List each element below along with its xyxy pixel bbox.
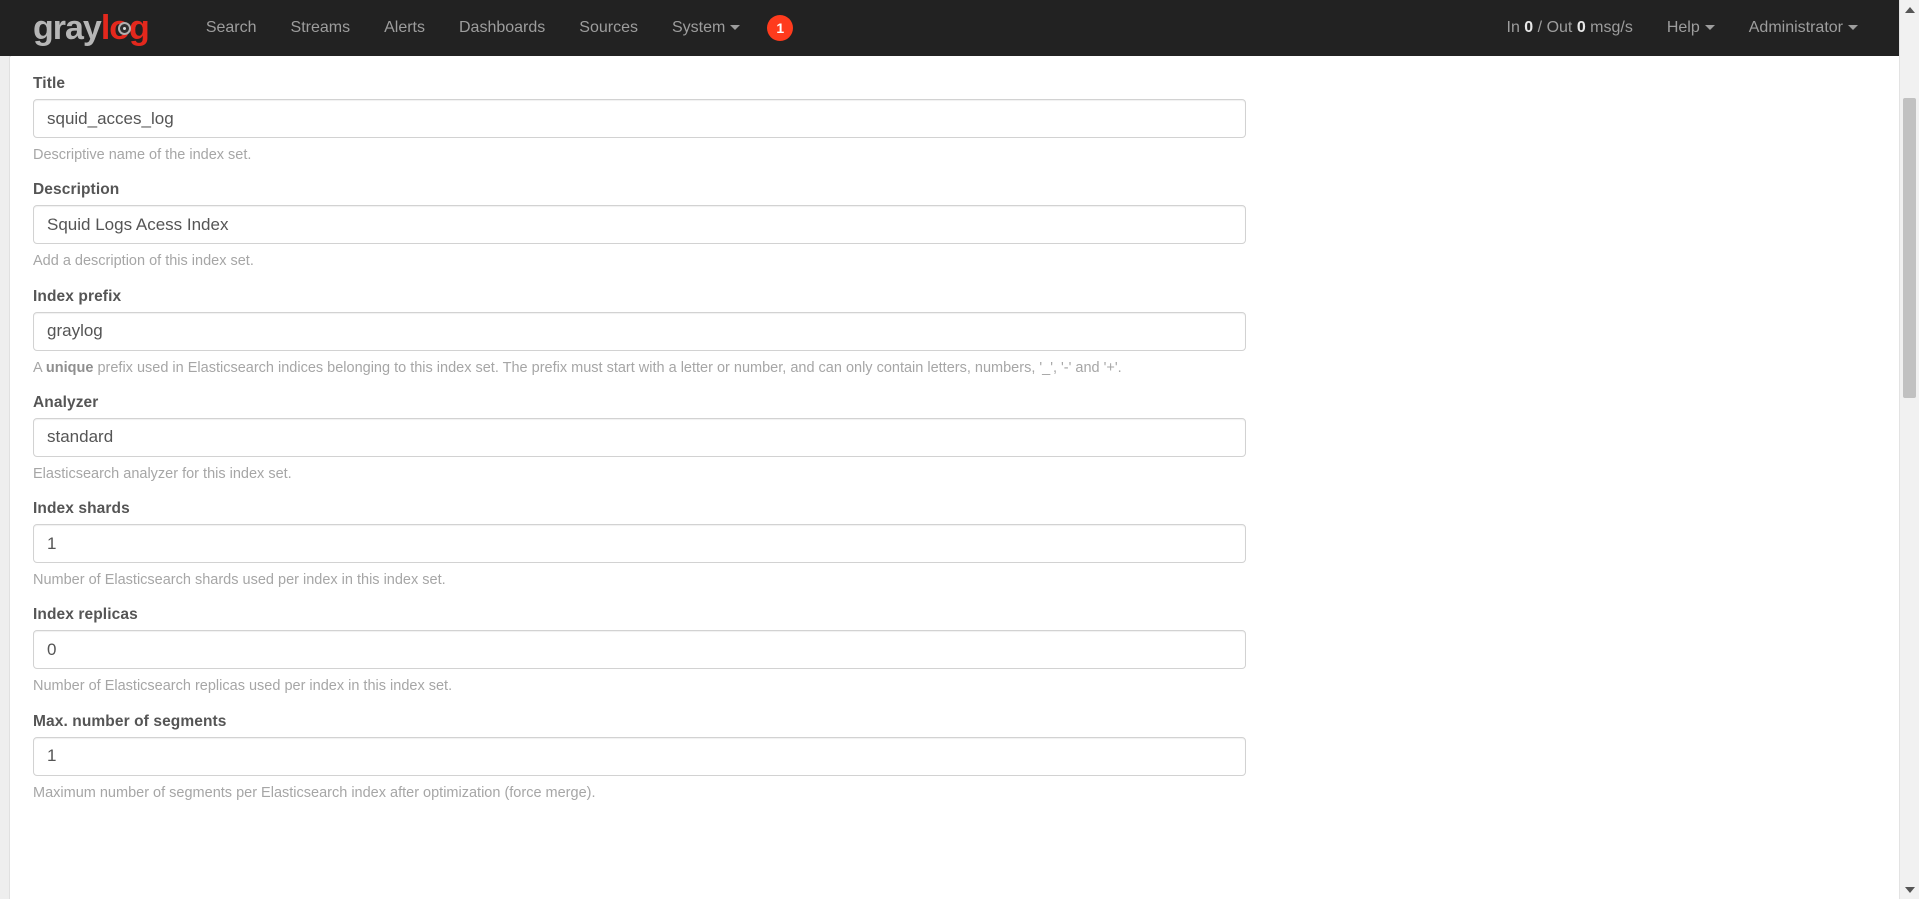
title-input[interactable]	[33, 99, 1246, 138]
nav-item-dashboards[interactable]: Dashboards	[442, 0, 562, 56]
scrollbar-thumb[interactable]	[1903, 98, 1916, 398]
nav-label-sources: Sources	[579, 19, 638, 36]
nav-item-streams[interactable]: Streams	[274, 0, 368, 56]
label-description: Description	[33, 181, 120, 199]
nav-label-streams: Streams	[290, 19, 351, 36]
description-input[interactable]	[33, 205, 1246, 245]
nav-label-system: System	[671, 19, 726, 36]
throughput-in-label: In	[1506, 19, 1520, 36]
form-group-description: Description Add a description of this in…	[33, 181, 1899, 271]
form-group-max-segments: Max. number of segments Maximum number o…	[33, 713, 1899, 803]
form-group-analyzer: Analyzer Elasticsearch analyzer for this…	[33, 394, 1899, 484]
chevron-down-icon	[730, 25, 741, 31]
index-prefix-input[interactable]	[33, 311, 1246, 351]
help-prefix-bold: unique	[45, 359, 94, 376]
page-scrollbar[interactable]	[1899, 0, 1919, 899]
label-max-segments: Max. number of segments	[33, 712, 227, 730]
scroll-down-button[interactable]	[1900, 880, 1919, 899]
index-set-form: Title Descriptive name of the index set.…	[11, 56, 1899, 899]
form-group-index-replicas: Index replicas Number of Elasticsearch r…	[33, 606, 1899, 696]
nav-item-alerts[interactable]: Alerts	[367, 0, 442, 56]
nav-item-administrator[interactable]: Administrator	[1732, 0, 1875, 56]
form-group-index-prefix: Index prefix A unique prefix used in Ela…	[33, 288, 1899, 378]
index-shards-input[interactable]	[33, 524, 1246, 564]
help-index-shards: Number of Elasticsearch shards used per …	[33, 572, 446, 589]
label-index-replicas: Index replicas	[33, 606, 138, 624]
chevron-down-icon	[1848, 25, 1858, 31]
label-index-shards: Index shards	[33, 500, 130, 518]
help-prefix-post: prefix used in Elasticsearch indices bel…	[93, 359, 1122, 376]
throughput-unit: msg/s	[1590, 19, 1633, 36]
help-index-prefix: A unique prefix used in Elasticsearch in…	[33, 358, 1899, 378]
label-title: Title	[33, 75, 66, 92]
nav-label-alerts: Alerts	[384, 19, 425, 36]
notification-badge[interactable]: 1	[767, 15, 794, 41]
help-title: Descriptive name of the index set.	[33, 147, 252, 163]
throughput-indicator: In 0 / Out 0 msg/s	[1490, 19, 1650, 37]
chevron-down-icon	[1704, 25, 1715, 31]
form-group-title: Title Descriptive name of the index set.	[33, 75, 1899, 165]
arrow-up-icon	[1904, 6, 1915, 13]
left-gutter	[0, 56, 10, 899]
nav-item-sources[interactable]: Sources	[562, 0, 655, 56]
index-replicas-input[interactable]	[33, 630, 1246, 670]
throughput-in-value: 0	[1524, 19, 1534, 36]
navbar-right-section: In 0 / Out 0 msg/s Help Administrator	[1490, 0, 1900, 56]
nav-label-search: Search	[205, 19, 257, 36]
label-index-prefix: Index prefix	[33, 287, 122, 305]
help-description: Add a description of this index set.	[33, 253, 254, 270]
arrow-down-icon	[1904, 886, 1915, 893]
form-group-index-shards: Index shards Number of Elasticsearch sha…	[33, 500, 1899, 590]
nav-item-system[interactable]: System	[655, 0, 757, 56]
throughput-out-label: Out	[1546, 19, 1573, 36]
help-prefix-pre: A	[33, 359, 46, 376]
graylog-logo[interactable]: graylog	[33, 9, 150, 47]
nav-label-help: Help	[1666, 19, 1700, 36]
primary-navigation: Search Streams Alerts Dashboards Sources…	[189, 0, 794, 56]
logo-dot-icon	[117, 22, 131, 35]
logo-text-gray: gray	[33, 9, 102, 47]
scroll-up-button[interactable]	[1900, 0, 1919, 19]
nav-label-administrator: Administrator	[1748, 19, 1843, 36]
logo-text-log: log	[101, 11, 150, 45]
help-index-replicas: Number of Elasticsearch replicas used pe…	[33, 678, 453, 695]
help-max-segments: Maximum number of segments per Elasticse…	[33, 784, 596, 801]
nav-label-dashboards: Dashboards	[459, 19, 546, 36]
max-segments-input[interactable]	[33, 736, 1246, 776]
throughput-out-value: 0	[1576, 19, 1586, 36]
top-navbar: graylog Search Streams Alerts Dashboards…	[0, 0, 1899, 56]
help-analyzer: Elasticsearch analyzer for this index se…	[33, 465, 292, 482]
throughput-separator: /	[1537, 19, 1543, 36]
analyzer-input[interactable]	[33, 417, 1246, 457]
nav-item-search[interactable]: Search	[189, 0, 274, 56]
label-analyzer: Analyzer	[33, 393, 99, 411]
nav-item-help[interactable]: Help	[1650, 0, 1732, 56]
